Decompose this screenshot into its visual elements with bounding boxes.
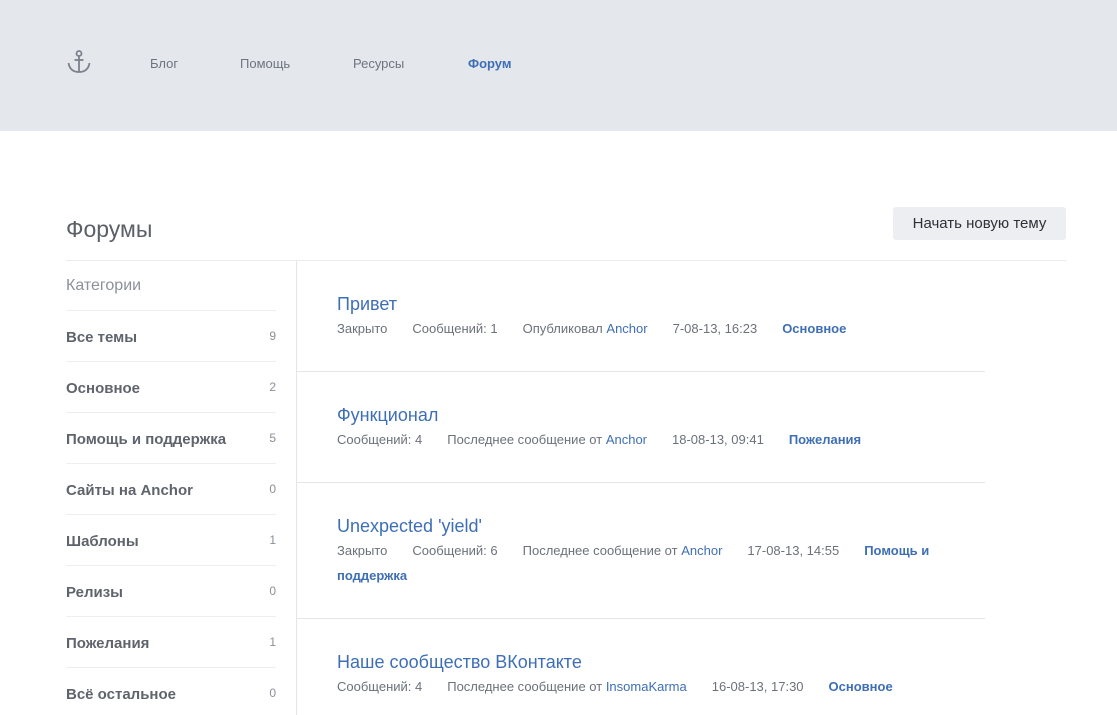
topic-status: Закрыто xyxy=(337,321,388,336)
category-item-releases[interactable]: Релизы 0 xyxy=(66,565,276,616)
topic-meta: Закрыто Сообщений: 6 Последнее сообщение о… xyxy=(337,538,957,588)
topic-date: 17-08-13, 14:55 xyxy=(747,543,840,558)
category-name: Шаблоны xyxy=(66,533,139,550)
category-count: 1 xyxy=(269,533,276,547)
category-name: Релизы xyxy=(66,584,123,601)
category-count: 9 xyxy=(269,329,276,343)
category-name: Сайты на Anchor xyxy=(66,482,193,499)
topic-title[interactable]: Unexpected 'yield' xyxy=(337,515,482,537)
topic-item: Функционал Сообщений: 4 Последнее сообщен… xyxy=(297,372,985,483)
topic-date: 16-08-13, 17:30 xyxy=(711,679,804,694)
category-name: Всё остальное xyxy=(66,686,176,703)
topic-category-link[interactable]: Пожелания xyxy=(789,432,861,447)
anchor-logo-icon[interactable] xyxy=(66,49,92,75)
new-topic-button[interactable]: Начать новую тему xyxy=(893,207,1066,240)
category-name: Помощь и поддержка xyxy=(66,431,227,448)
topic-messages: Сообщений: 4 xyxy=(337,679,423,694)
topic-title[interactable]: Наше сообщество ВКонтакте xyxy=(337,651,582,673)
author-link[interactable]: InsomaKarma xyxy=(606,679,687,694)
topic-date: 7-08-13, 16:23 xyxy=(672,321,758,336)
nav-forum[interactable]: Форум xyxy=(468,56,511,71)
category-item-all-topics[interactable]: Все темы 9 xyxy=(66,310,276,361)
category-sidebar: Категории Все темы 9 Основное 2 Помощь и… xyxy=(66,261,297,715)
topic-date: 18-08-13, 09:41 xyxy=(672,432,764,447)
category-item-feature-requests[interactable]: Пожелания 1 xyxy=(66,616,276,667)
category-item-sites[interactable]: Сайты на Anchor 0 xyxy=(66,463,276,514)
topic-meta: Сообщений: 4 Последнее сообщение от Ancho… xyxy=(337,427,957,452)
category-count: 0 xyxy=(269,584,276,598)
topic-title[interactable]: Привет xyxy=(337,293,397,315)
category-count: 5 xyxy=(269,431,276,445)
category-item-themes[interactable]: Шаблоны 1 xyxy=(66,514,276,565)
topic-title[interactable]: Функционал xyxy=(337,404,438,426)
nav-resources[interactable]: Ресурсы xyxy=(353,56,404,71)
author-prefix: Последнее сообщение от xyxy=(447,679,603,694)
topic-messages: Сообщений: 1 xyxy=(412,321,498,336)
author-prefix: Последнее сообщение от xyxy=(447,432,603,447)
topic-status: Закрыто xyxy=(337,543,388,558)
category-count: 0 xyxy=(269,686,276,700)
topic-messages: Сообщений: 4 xyxy=(337,432,423,447)
topic-messages: Сообщений: 6 xyxy=(412,543,498,558)
category-count: 0 xyxy=(269,482,276,496)
sidebar-heading: Категории xyxy=(66,277,142,294)
topic-item: Unexpected 'yield' Закрыто Сообщений: 6 По… xyxy=(297,483,985,619)
topic-item: Наше сообщество ВКонтакте Сообщений: 4 По… xyxy=(297,619,985,715)
author-link[interactable]: Anchor xyxy=(606,432,647,447)
category-item-general[interactable]: Основное 2 xyxy=(66,361,276,412)
category-name: Пожелания xyxy=(66,635,150,652)
category-count: 2 xyxy=(269,380,276,394)
topic-category-link[interactable]: Основное xyxy=(829,679,893,694)
category-name: Все темы xyxy=(66,329,138,346)
category-item-help-support[interactable]: Помощь и поддержка 5 xyxy=(66,412,276,463)
category-name: Основное xyxy=(66,380,141,397)
topic-meta: Сообщений: 4 Последнее сообщение от Insom… xyxy=(337,674,957,699)
author-link[interactable]: Anchor xyxy=(606,321,647,336)
nav-blog[interactable]: Блог xyxy=(150,56,178,71)
author-prefix: Последнее сообщение от xyxy=(522,543,678,558)
site-header: Блог Помощь Ресурсы Форум xyxy=(0,0,1117,131)
nav-help[interactable]: Помощь xyxy=(240,56,290,71)
category-count: 1 xyxy=(269,635,276,649)
topic-meta: Закрыто Сообщений: 1 Опубликовал Anchor 7-0… xyxy=(337,316,957,341)
author-prefix: Опубликовал xyxy=(522,321,603,336)
category-item-everything-else[interactable]: Всё остальное 0 xyxy=(66,667,276,715)
author-link[interactable]: Anchor xyxy=(681,543,722,558)
topic-category-link[interactable]: Основное xyxy=(782,321,846,336)
page-title: Форумы xyxy=(66,216,153,242)
topic-item: Привет Закрыто Сообщений: 1 Опубликовал An… xyxy=(297,261,985,372)
